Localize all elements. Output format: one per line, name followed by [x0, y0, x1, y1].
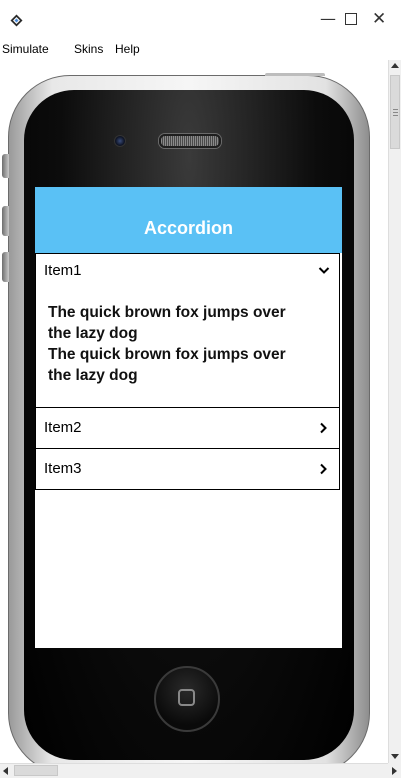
vertical-scrollbar[interactable] [388, 60, 401, 763]
page-title: Accordion [143, 218, 233, 238]
window-titlebar: — ✕ [0, 0, 401, 38]
home-button[interactable] [154, 666, 220, 732]
power-button [265, 73, 325, 76]
minimize-button[interactable]: — [320, 9, 336, 29]
mute-switch [2, 154, 9, 178]
menubar: Simulate Skins Help [0, 38, 401, 60]
accordion-item-label: Item3 [44, 460, 82, 477]
volume-down-button [2, 252, 9, 282]
chevron-right-icon[interactable] [319, 422, 327, 434]
speaker-grille [159, 134, 221, 148]
chevron-down-icon[interactable] [318, 266, 330, 275]
accordion-item-label: Item2 [44, 419, 82, 436]
scroll-left-icon[interactable] [3, 767, 8, 775]
maximize-button[interactable] [345, 8, 357, 30]
chevron-right-icon[interactable] [319, 463, 327, 475]
accordion-content-line: The quick brown fox jumps over [48, 304, 286, 321]
vertical-scroll-thumb[interactable] [390, 75, 400, 149]
menu-help[interactable]: Help [115, 42, 140, 56]
accordion-item-label: Item1 [44, 262, 82, 279]
horizontal-scrollbar[interactable] [0, 763, 388, 778]
home-button-icon [178, 689, 195, 706]
scroll-up-icon[interactable] [391, 63, 399, 68]
maximize-icon [345, 13, 357, 25]
simulator-viewport: Accordion Item1 The quick brown fox jump… [0, 60, 388, 763]
accordion-content-line: The quick brown fox jumps over [48, 346, 286, 363]
close-button[interactable]: ✕ [372, 9, 386, 29]
scroll-right-icon[interactable] [392, 767, 397, 775]
volume-up-button [2, 206, 9, 236]
app-icon [10, 14, 23, 27]
accordion-content-line: the lazy dog [48, 325, 138, 342]
scrollbar-corner [388, 763, 401, 778]
horizontal-scroll-thumb[interactable] [14, 765, 58, 776]
accordion-item-1[interactable]: Item1 The quick brown fox jumps over the… [35, 253, 340, 408]
menu-simulate[interactable]: Simulate [2, 42, 49, 56]
accordion-item-2[interactable]: Item2 [35, 407, 340, 449]
app-screen: Accordion Item1 The quick brown fox jump… [35, 187, 342, 648]
accordion-header-1[interactable]: Item1 [36, 254, 339, 288]
accordion-content-1: The quick brown fox jumps over the lazy … [48, 302, 333, 386]
camera-icon [114, 135, 126, 147]
scroll-down-icon[interactable] [391, 754, 399, 759]
accordion-item-3[interactable]: Item3 [35, 448, 340, 490]
accordion-content-line: the lazy dog [48, 367, 138, 384]
app-header: Accordion [35, 187, 342, 253]
menu-skins[interactable]: Skins [74, 42, 103, 56]
accordion-header-2[interactable]: Item2 [36, 408, 339, 442]
accordion-header-3[interactable]: Item3 [36, 449, 339, 483]
